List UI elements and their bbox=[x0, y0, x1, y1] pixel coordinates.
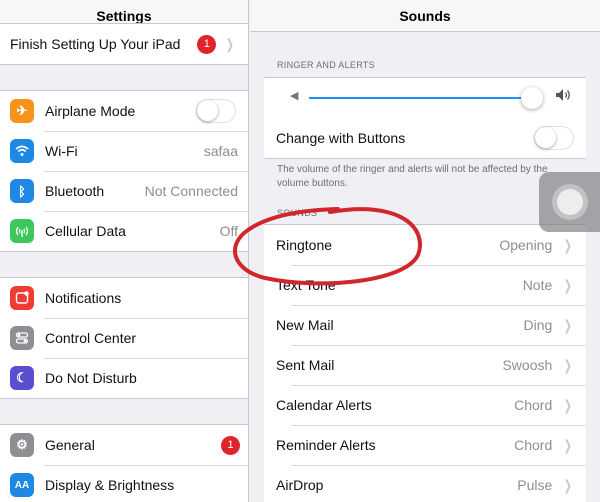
sidebar-item-display-brightness[interactable]: AA Display & Brightness bbox=[0, 465, 248, 502]
sidebar-item-bluetooth[interactable]: ᛒ Bluetooth Not Connected bbox=[0, 171, 248, 211]
control-center-icon bbox=[10, 326, 34, 350]
sidebar-item-notifications[interactable]: Notifications bbox=[0, 278, 248, 318]
change-with-buttons-label: Change with Buttons bbox=[276, 130, 406, 146]
wifi-icon bbox=[10, 139, 34, 163]
sound-value: Opening bbox=[499, 237, 553, 253]
settings-title: Settings bbox=[96, 7, 152, 24]
sound-label: Reminder Alerts bbox=[276, 437, 376, 453]
control-center-label: Control Center bbox=[45, 330, 137, 346]
sound-label: Ringtone bbox=[276, 237, 333, 253]
chevron-right-icon: ❯ bbox=[564, 396, 573, 413]
chevron-right-icon: ❯ bbox=[564, 276, 573, 293]
wifi-network-value: safaa bbox=[203, 143, 238, 159]
volume-low-icon: ◀ bbox=[290, 90, 299, 102]
sidebar-item-cellular-data[interactable]: Cellular Data Off bbox=[0, 211, 248, 251]
sound-row-text-tone[interactable]: Text Tone Note ❯ bbox=[264, 265, 586, 305]
sound-row-airdrop[interactable]: AirDrop Pulse ❯ bbox=[264, 465, 586, 502]
cellular-data-icon bbox=[10, 219, 34, 243]
display-brightness-icon: AA bbox=[10, 473, 34, 497]
wifi-label: Wi-Fi bbox=[45, 143, 78, 159]
cellular-data-value: Off bbox=[219, 223, 238, 239]
notifications-label: Notifications bbox=[45, 290, 122, 306]
notifications-group: Notifications Control Center ☾ Do Not Di… bbox=[0, 277, 248, 399]
sounds-section-header: SOUNDS bbox=[277, 208, 318, 218]
sounds-title: Sounds bbox=[399, 7, 451, 24]
assistive-touch-icon[interactable] bbox=[539, 172, 600, 232]
toggle-knob bbox=[197, 100, 218, 121]
sound-value: Ding bbox=[523, 317, 553, 333]
sound-row-new-mail[interactable]: New Mail Ding ❯ bbox=[264, 305, 586, 345]
display-brightness-label: Display & Brightness bbox=[45, 477, 175, 493]
sounds-group: Ringtone Opening ❯ Text Tone Note ❯ New … bbox=[264, 224, 586, 502]
sound-label: Sent Mail bbox=[276, 357, 335, 373]
sound-label: AirDrop bbox=[276, 477, 324, 493]
do-not-disturb-icon: ☾ bbox=[10, 366, 34, 390]
sound-value: Note bbox=[522, 277, 553, 293]
sound-label: New Mail bbox=[276, 317, 334, 333]
cellular-data-label: Cellular Data bbox=[45, 223, 126, 239]
bluetooth-icon: ᛒ bbox=[10, 179, 34, 203]
settings-pane: Settings Finish Setting Up Your iPad 1 ❯… bbox=[0, 0, 249, 502]
sound-value: Swoosh bbox=[502, 357, 553, 373]
bluetooth-status-value: Not Connected bbox=[144, 183, 238, 199]
chevron-right-icon: ❯ bbox=[564, 476, 573, 493]
finish-setup-label: Finish Setting Up Your iPad bbox=[10, 36, 181, 52]
sound-label: Text Tone bbox=[276, 277, 336, 293]
slider-thumb[interactable] bbox=[520, 87, 543, 109]
sound-label: Calendar Alerts bbox=[276, 397, 372, 413]
finish-setup-row[interactable]: Finish Setting Up Your iPad 1 ❯ bbox=[0, 24, 248, 64]
assistive-touch-ring bbox=[551, 184, 588, 220]
setup-group: Finish Setting Up Your iPad 1 ❯ bbox=[0, 23, 248, 65]
chevron-right-icon: ❯ bbox=[226, 35, 235, 52]
connectivity-group: ✈ Airplane Mode Wi-Fi safaa ᛒ Bluetooth … bbox=[0, 90, 248, 252]
assistive-touch-core bbox=[556, 189, 583, 215]
general-label: General bbox=[45, 437, 95, 453]
general-badge: 1 bbox=[221, 435, 240, 455]
ringer-volume-slider[interactable]: ◀ bbox=[264, 78, 586, 118]
bluetooth-label: Bluetooth bbox=[45, 183, 105, 199]
sound-row-calendar-alerts[interactable]: Calendar Alerts Chord ❯ bbox=[264, 385, 586, 425]
airplane-mode-label: Airplane Mode bbox=[45, 103, 136, 119]
chevron-right-icon: ❯ bbox=[564, 356, 573, 373]
ringer-section-header: RINGER AND ALERTS bbox=[277, 60, 375, 70]
sound-value: Pulse bbox=[517, 477, 553, 493]
airplane-mode-toggle[interactable] bbox=[196, 99, 236, 123]
do-not-disturb-label: Do Not Disturb bbox=[45, 370, 137, 386]
sound-value: Chord bbox=[514, 397, 553, 413]
change-with-buttons-toggle[interactable] bbox=[534, 126, 574, 150]
sound-row-reminder-alerts[interactable]: Reminder Alerts Chord ❯ bbox=[264, 425, 586, 465]
sounds-pane: Sounds RINGER AND ALERTS ◀ Change with B… bbox=[250, 0, 600, 502]
airplane-icon: ✈ bbox=[10, 99, 34, 123]
ringer-group: ◀ Change with Buttons bbox=[264, 77, 586, 159]
sound-value: Chord bbox=[514, 437, 553, 453]
sidebar-item-wifi[interactable]: Wi-Fi safaa bbox=[0, 131, 248, 171]
volume-high-icon bbox=[555, 88, 573, 105]
chevron-right-icon: ❯ bbox=[564, 436, 573, 453]
chevron-right-icon: ❯ bbox=[564, 316, 573, 333]
slider-fill bbox=[309, 97, 532, 99]
chevron-right-icon: ❯ bbox=[564, 236, 573, 253]
general-group: ⚙ General 1 AA Display & Brightness bbox=[0, 424, 248, 502]
sidebar-item-general[interactable]: ⚙ General 1 bbox=[0, 425, 248, 465]
setup-badge: 1 bbox=[197, 34, 217, 54]
sounds-nav-bar: Sounds bbox=[250, 0, 600, 32]
slider-track bbox=[309, 97, 541, 99]
change-with-buttons-row[interactable]: Change with Buttons bbox=[264, 118, 586, 158]
sidebar-item-do-not-disturb[interactable]: ☾ Do Not Disturb bbox=[0, 358, 248, 398]
ringer-footer-note: The volume of the ringer and alerts will… bbox=[277, 164, 548, 189]
toggle-knob bbox=[535, 127, 556, 148]
sound-row-sent-mail[interactable]: Sent Mail Swoosh ❯ bbox=[264, 345, 586, 385]
sound-row-ringtone[interactable]: Ringtone Opening ❯ bbox=[264, 225, 586, 265]
general-gear-icon: ⚙ bbox=[10, 433, 34, 457]
sidebar-item-control-center[interactable]: Control Center bbox=[0, 318, 248, 358]
sidebar-item-airplane-mode[interactable]: ✈ Airplane Mode bbox=[0, 91, 248, 131]
notifications-icon bbox=[10, 286, 34, 310]
